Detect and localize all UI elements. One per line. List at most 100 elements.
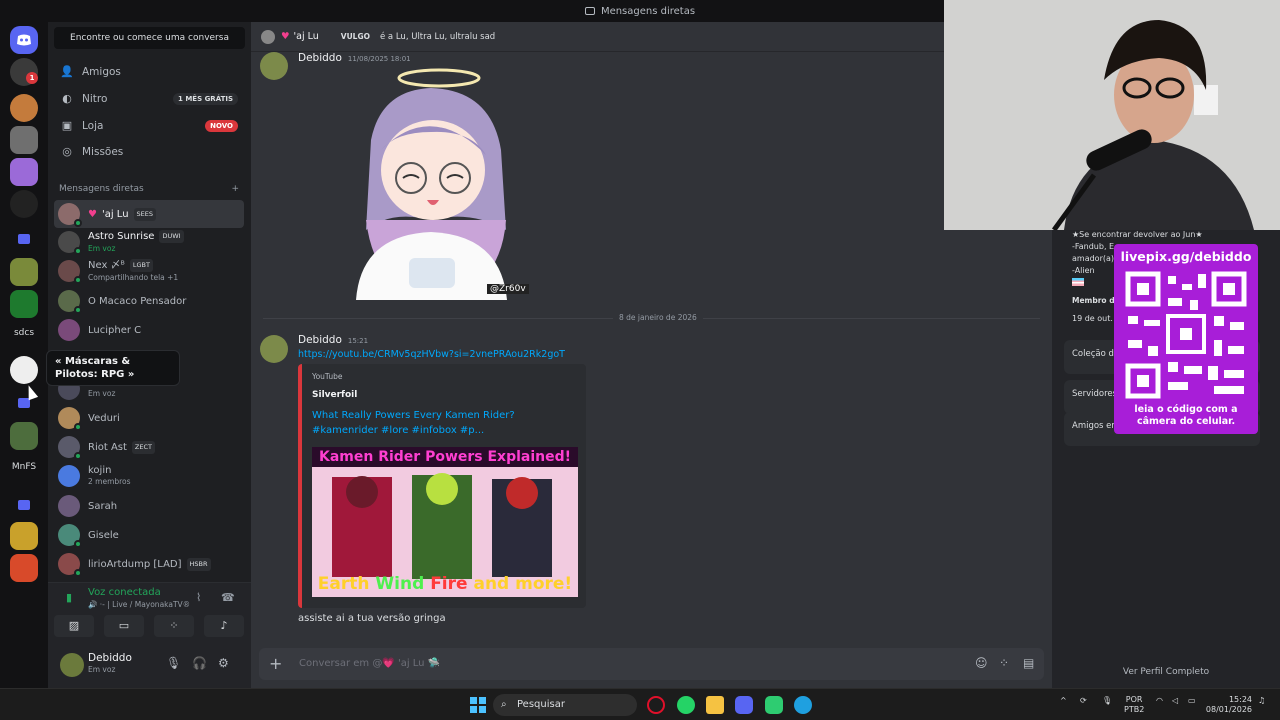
status-dot bbox=[74, 276, 82, 284]
server-icon[interactable] bbox=[10, 258, 38, 286]
guild-tag: HSBR bbox=[186, 557, 211, 571]
dm-item[interactable]: Gisele bbox=[54, 521, 244, 549]
dm-item[interactable]: Riot Ast ZECT bbox=[54, 433, 244, 461]
nav-nitro[interactable]: ◐ Nitro 1 MÊS GRÁTIS bbox=[54, 87, 244, 111]
nav-shop[interactable]: ▣ Loja NOVO bbox=[54, 114, 244, 138]
avatar[interactable] bbox=[260, 52, 288, 80]
new-pill: NOVO bbox=[205, 120, 238, 132]
microphone-icon[interactable]: 🎙 bbox=[166, 656, 181, 670]
server-icon[interactable] bbox=[10, 422, 38, 450]
dm-item[interactable]: Nex 〆ᴮ LGBT Compartilhando tela +1 bbox=[54, 257, 244, 285]
server-icon[interactable] bbox=[10, 290, 38, 318]
dm-item[interactable]: O Macaco Pensador bbox=[54, 287, 244, 315]
voice-channel[interactable]: 🔊 ·- | Live / MayonakaTV® bbox=[88, 600, 190, 609]
message-author[interactable]: Debiddo 15:21 bbox=[298, 334, 368, 346]
lang-label: POR bbox=[1125, 695, 1143, 704]
dm-item[interactable]: kojin 2 membros bbox=[54, 462, 244, 490]
folder-icon[interactable] bbox=[18, 234, 30, 244]
chevron-up-icon[interactable]: ^ bbox=[1060, 696, 1067, 705]
nav-friends[interactable]: 👤 Amigos bbox=[54, 60, 244, 84]
disconnect-icon[interactable]: ☎ bbox=[221, 591, 235, 604]
dm-name: Astro Sunrise bbox=[88, 231, 155, 242]
discord-home-icon[interactable] bbox=[10, 26, 38, 54]
header-label: VULGO bbox=[340, 32, 370, 41]
discord-taskbar-icon[interactable] bbox=[735, 696, 753, 714]
screen-share-button[interactable]: ▭ bbox=[104, 615, 144, 637]
search-input[interactable]: Encontre ou comece uma conversa bbox=[54, 27, 245, 49]
caption-word: Fire bbox=[430, 574, 468, 594]
folder-icon[interactable] bbox=[18, 500, 30, 510]
apps-icon[interactable]: ⁘ bbox=[999, 656, 1009, 670]
message-link[interactable]: https://youtu.be/CRMv5qzHVbw?si=2vnePRAo… bbox=[298, 349, 565, 360]
clock[interactable]: 15:24 08/01/2026 bbox=[1204, 695, 1252, 715]
voice-status[interactable]: Voz conectada bbox=[88, 587, 161, 598]
member-since-date: 19 de out. bbox=[1072, 314, 1113, 323]
nav-label: Loja bbox=[82, 120, 104, 132]
server-text-label[interactable]: sdcs bbox=[4, 328, 44, 338]
dm-item[interactable]: Astro Sunrise DUWI Em voz bbox=[54, 228, 244, 256]
embed-channel[interactable]: Silverfoil bbox=[312, 390, 357, 400]
qr-code-icon bbox=[1124, 270, 1248, 400]
soundboard-button[interactable]: ♪ bbox=[204, 615, 244, 637]
server-text-label[interactable]: MnFS bbox=[4, 462, 44, 472]
camera-button[interactable]: ▨ bbox=[54, 615, 94, 637]
windows-start-icon[interactable] bbox=[469, 696, 487, 714]
dm-name: Lucipher C bbox=[88, 324, 142, 336]
avatar[interactable] bbox=[60, 653, 84, 677]
taskbar-search[interactable]: ⌕ Pesquisar bbox=[493, 694, 637, 716]
avatar bbox=[58, 260, 82, 284]
server-icon[interactable] bbox=[10, 158, 38, 186]
dm-item[interactable]: Lucipher C bbox=[54, 316, 244, 344]
composer-placeholder[interactable]: Conversar em @💗 'aj Lu 🛸 bbox=[299, 658, 440, 669]
embed-provider[interactable]: YouTube bbox=[312, 372, 343, 381]
avatar bbox=[58, 436, 82, 460]
dm-item[interactable]: Sarah bbox=[54, 492, 244, 520]
headphones-icon[interactable]: 🎧 bbox=[192, 656, 207, 670]
edge-icon[interactable] bbox=[794, 696, 812, 714]
guild-tag: SEES bbox=[133, 207, 157, 221]
sync-icon[interactable]: ⟳ bbox=[1080, 696, 1087, 705]
gift-icon[interactable]: ▤ bbox=[1023, 656, 1034, 670]
message-composer[interactable]: + Conversar em @💗 'aj Lu 🛸 ☺ ⁘ ▤ bbox=[259, 648, 1044, 680]
language-indicator[interactable]: POR PTB2 bbox=[1124, 695, 1144, 715]
date-label: 8 de janeiro de 2026 bbox=[613, 313, 703, 322]
microphone-icon[interactable]: 🎙 bbox=[1102, 696, 1112, 705]
dm-item[interactable]: ♥ 'aj Lu SEES bbox=[54, 200, 244, 228]
app-icon[interactable] bbox=[765, 696, 783, 714]
battery-icon[interactable]: ▭ bbox=[1188, 696, 1196, 705]
server-icon[interactable] bbox=[10, 190, 38, 218]
notification-bell-icon[interactable]: ♫ bbox=[1258, 696, 1265, 705]
nav-quests[interactable]: ◎ Missões bbox=[54, 140, 244, 164]
thumbnail-caption: Earth Wind Fire and more! bbox=[312, 573, 578, 595]
server-icon[interactable] bbox=[10, 126, 38, 154]
status-dot bbox=[74, 219, 82, 227]
activities-button[interactable]: ⁘ bbox=[154, 615, 194, 637]
file-explorer-icon[interactable] bbox=[706, 696, 724, 714]
server-icon[interactable] bbox=[10, 356, 38, 384]
nitro-icon: ◐ bbox=[62, 92, 72, 105]
add-attachment-icon[interactable]: + bbox=[269, 655, 282, 673]
dm-item[interactable]: Veduri bbox=[54, 404, 244, 432]
video-embed: YouTube Silverfoil What Really Powers Ev… bbox=[298, 364, 586, 608]
dm-sub: Em voz bbox=[88, 244, 116, 253]
add-dm-icon[interactable]: + bbox=[231, 184, 239, 194]
avatar[interactable] bbox=[260, 335, 288, 363]
dm-sub: Compartilhando tela +1 bbox=[88, 273, 179, 282]
opera-icon[interactable] bbox=[647, 696, 665, 714]
view-full-profile-link[interactable]: Ver Perfil Completo bbox=[1052, 667, 1280, 677]
whatsapp-icon[interactable] bbox=[677, 696, 695, 714]
noise-suppression-icon[interactable]: ⌇ bbox=[196, 591, 201, 604]
embed-title[interactable]: What Really Powers Every Kamen Rider? #k… bbox=[312, 408, 580, 438]
wifi-icon[interactable]: ◠ bbox=[1156, 696, 1163, 705]
video-thumbnail[interactable]: Kamen Rider Powers Explained! Earth Wind… bbox=[312, 447, 578, 597]
emoji-icon[interactable]: ☺ bbox=[975, 656, 988, 670]
server-icon[interactable] bbox=[10, 522, 38, 550]
gear-icon[interactable]: ⚙ bbox=[218, 656, 229, 670]
dm-item[interactable]: lirioArtdump [LAD] HSBR bbox=[54, 550, 244, 578]
server-icon[interactable] bbox=[10, 554, 38, 582]
volume-icon[interactable]: ◁ bbox=[1172, 696, 1178, 705]
user-name[interactable]: Debiddo bbox=[88, 652, 132, 664]
server-icon[interactable] bbox=[10, 94, 38, 122]
chat-title[interactable]: 'aj Lu bbox=[294, 31, 319, 42]
server-rail: 1 sdcs MnFS bbox=[0, 22, 48, 688]
